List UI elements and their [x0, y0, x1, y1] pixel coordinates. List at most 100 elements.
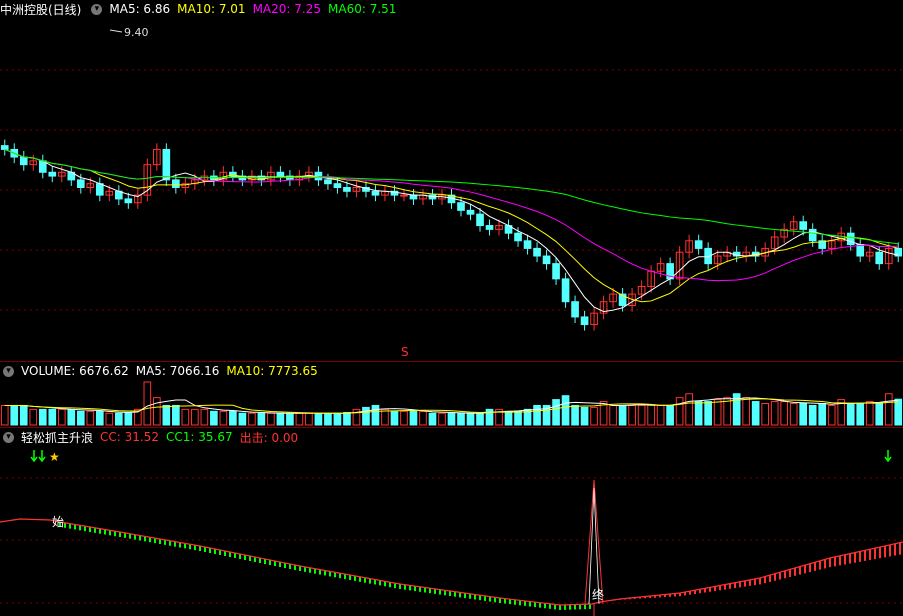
volume-bar	[808, 404, 817, 426]
volume-bar	[381, 408, 389, 426]
volume-bar	[400, 410, 408, 426]
volume-bar	[419, 410, 427, 426]
candle-body	[276, 171, 285, 177]
volume-bar	[618, 404, 627, 426]
candle-body	[466, 209, 475, 215]
volume-bar	[238, 412, 247, 426]
candle-body	[523, 240, 532, 249]
volume-bar	[447, 412, 456, 426]
volume-bar	[210, 410, 218, 426]
volume-bar	[38, 408, 47, 426]
indicator-chart[interactable]: ★	[0, 428, 903, 616]
volume-bar	[647, 404, 655, 426]
volume-bar	[191, 408, 199, 426]
price-chart[interactable]	[0, 0, 903, 362]
volume-bar	[571, 404, 579, 426]
candle-body	[542, 255, 551, 265]
volume-bar	[229, 410, 237, 426]
candle-body	[533, 247, 541, 257]
volume-bar	[219, 410, 228, 426]
volume-bar	[818, 403, 827, 426]
volume-bar	[181, 408, 190, 426]
candle-body	[571, 301, 579, 318]
end-marker: 终	[592, 588, 605, 602]
volume-bar	[67, 408, 76, 426]
volume-bar	[561, 395, 570, 426]
volume-bar	[114, 412, 123, 426]
volume-bar	[153, 397, 161, 426]
volume-bar	[362, 406, 370, 426]
volume-bar	[609, 404, 617, 426]
candle-body	[580, 316, 589, 326]
volume-bar	[884, 393, 893, 426]
volume-bar	[324, 412, 332, 426]
volume-bar	[713, 399, 722, 426]
candle-body	[846, 232, 855, 246]
candle-body	[343, 187, 351, 192]
volume-panel[interactable]: ▾ VOLUME: 6676.62 MA5: 7066.16 MA10: 777…	[0, 362, 903, 427]
down-arrow-icon	[884, 450, 892, 463]
volume-bar	[295, 412, 304, 426]
ma10-line	[4, 148, 899, 303]
volume-bar	[761, 403, 770, 426]
cc-line	[0, 518, 903, 606]
volume-bar	[865, 401, 874, 426]
candle-body	[48, 171, 57, 177]
volume-bar	[438, 412, 446, 426]
candle-body	[371, 190, 380, 196]
high-marker: 9.40	[124, 26, 149, 39]
volume-bar	[628, 404, 636, 426]
volume-bar	[656, 404, 665, 426]
volume-bar	[514, 410, 522, 426]
indicator-panel[interactable]: ▾ 轻松抓主升浪 CC: 31.52 CC1: 35.67 出击: 0.00 ★…	[0, 428, 903, 616]
down-arrow-icon	[30, 450, 38, 463]
volume-bar	[675, 397, 684, 426]
volume-bar	[48, 408, 57, 426]
volume-bar	[371, 404, 380, 426]
volume-bar	[894, 398, 903, 426]
candle-body	[485, 225, 494, 230]
candle-body	[95, 183, 104, 196]
volume-bar	[704, 401, 712, 426]
volume-bar	[95, 410, 104, 426]
volume-bar	[314, 412, 323, 426]
candle-body	[808, 228, 817, 242]
ma5-line	[4, 148, 899, 313]
candle-body	[409, 194, 418, 200]
volume-bar	[276, 412, 285, 426]
volume-bar	[789, 403, 798, 426]
s-marker: S	[401, 345, 409, 359]
volume-bar	[742, 397, 750, 426]
volume-bar	[76, 410, 85, 426]
volume-bar	[580, 406, 589, 426]
ma20-line	[4, 148, 899, 282]
volume-bar	[200, 408, 209, 426]
volume-bar	[86, 410, 95, 426]
volume-bar	[10, 404, 19, 426]
candle-body	[19, 156, 28, 166]
candle-body	[400, 194, 408, 197]
candle-body	[162, 148, 171, 181]
candle-body	[76, 179, 85, 189]
candle-body	[875, 251, 884, 265]
candle-body	[333, 183, 342, 188]
volume-bar	[105, 412, 114, 426]
volume-bar	[124, 411, 133, 426]
candle-body	[324, 179, 332, 185]
volume-bar	[780, 401, 789, 426]
candle-body	[694, 240, 703, 249]
volume-bar	[637, 404, 646, 426]
volume-bar	[685, 393, 693, 426]
volume-bar	[485, 408, 494, 426]
volume-bar	[875, 403, 884, 426]
volume-bar	[267, 412, 275, 426]
volume-chart[interactable]	[0, 362, 903, 427]
volume-bar	[172, 404, 180, 426]
volume-bar	[590, 406, 598, 426]
candle-body	[514, 232, 522, 242]
volume-bar	[466, 412, 475, 426]
price-panel[interactable]: 中洲控股(日线) ▾ MA5: 6.86 MA10: 7.01 MA20: 7.…	[0, 0, 903, 362]
volume-bar	[0, 404, 9, 426]
volume-bar	[57, 408, 66, 426]
volume-bar	[846, 403, 855, 426]
